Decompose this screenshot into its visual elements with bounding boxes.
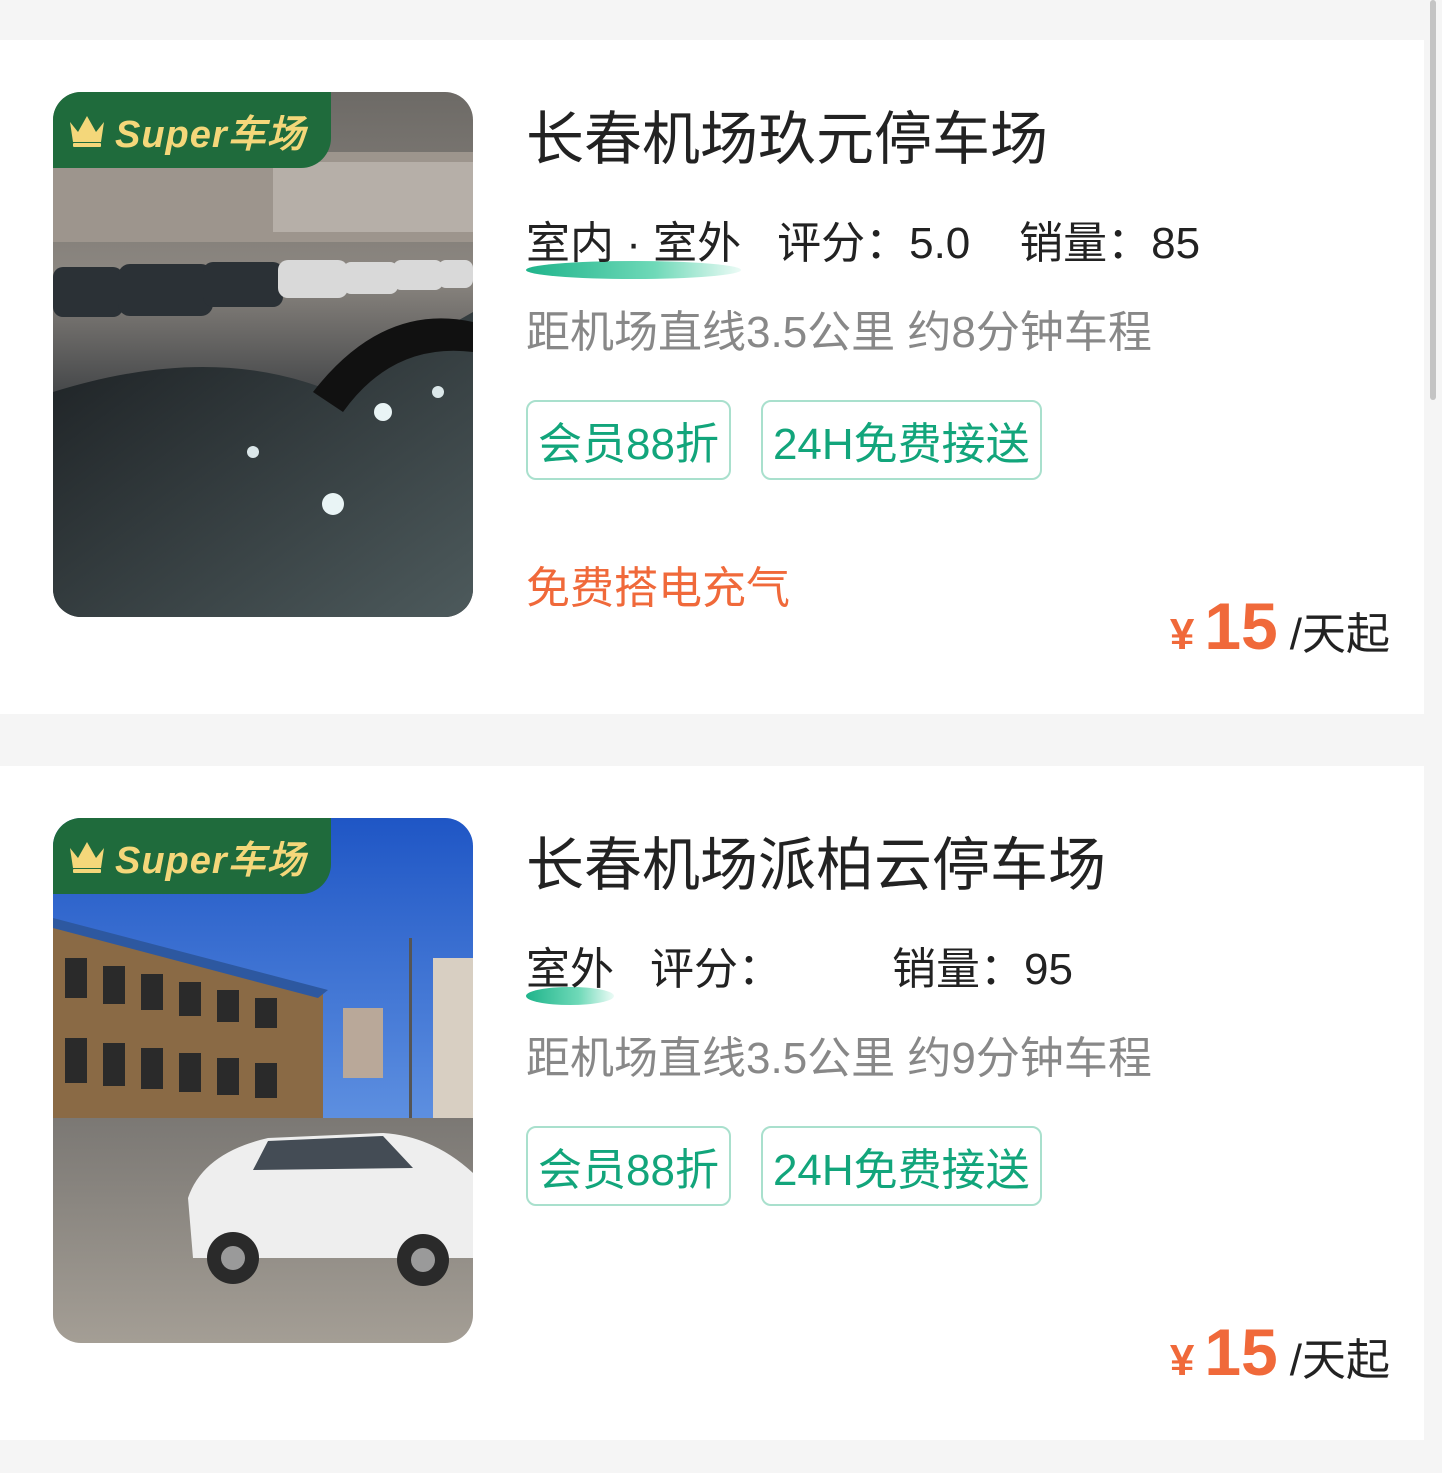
price-amount: 15 (1204, 589, 1278, 663)
price: ¥ 15 /天起 (1170, 588, 1390, 664)
sales-value: 95 (1024, 945, 1073, 994)
price: ¥ 15 /天起 (1170, 1314, 1390, 1390)
rating-value: 5.0 (909, 219, 971, 268)
distance-info: 距机场直线3.5公里 约9分钟车程 (526, 1034, 1152, 1083)
rating: 评分： (650, 945, 782, 994)
price-amount: 15 (1204, 1315, 1278, 1389)
tag-member-discount: 会员88折 (526, 400, 731, 480)
crown-icon (70, 842, 104, 873)
sales-value: 85 (1151, 219, 1201, 268)
tag-free-shuttle: 24H免费接送 (760, 400, 1042, 480)
parking-lot-photo[interactable]: Super车场 (53, 92, 473, 617)
crown-icon (70, 116, 104, 147)
sales-count: 销量：85 (1019, 219, 1201, 268)
parking-lot-name[interactable]: 长春机场玖元停车场 (526, 100, 1384, 180)
currency-symbol: ¥ (1169, 1336, 1195, 1385)
feature-tags: 会员88折 24H免费接送 (526, 400, 1384, 480)
super-lot-badge: Super车场 (53, 92, 331, 168)
listing-meta: 室内 · 室外 评分：5.0 销量：85 (526, 212, 1384, 279)
tag-free-shuttle: 24H免费接送 (760, 1126, 1042, 1206)
scrollbar[interactable] (1430, 0, 1436, 400)
parking-lot-photo[interactable]: Super车场 (53, 818, 473, 1343)
listing-info: 长春机场玖元停车场 室内 · 室外 评分：5.0 销量：85 距机场直线3.5公… (526, 100, 1384, 480)
price-unit: /天起 (1289, 1336, 1390, 1385)
sales-count: 销量：95 (892, 945, 1073, 994)
indoor-garage-image (53, 92, 473, 617)
parking-lot-card[interactable]: Super车场 长春机场玖元停车场 室内 · 室外 评分：5.0 销量：85 距… (0, 40, 1424, 714)
promo-text: 免费搭电充气 (526, 564, 790, 613)
super-lot-badge: Super车场 (53, 818, 331, 894)
listing-info: 长春机场派柏云停车场 室外 评分： 销量：95 距机场直线3.5公里 约9分钟车… (526, 826, 1384, 1206)
listing-meta: 室外 评分： 销量：95 (526, 938, 1384, 1005)
outdoor-lot-image (53, 818, 473, 1343)
parking-lot-card[interactable]: Super车场 长春机场派柏云停车场 室外 评分： 销量：95 距机场直线3.5… (0, 766, 1424, 1440)
badge-label: Super车场 (115, 113, 306, 156)
parking-type: 室内 · 室外 (526, 207, 742, 279)
rating: 评分：5.0 (777, 207, 983, 271)
parking-type: 室外 (526, 933, 614, 1005)
currency-symbol: ¥ (1169, 610, 1195, 659)
tag-member-discount: 会员88折 (526, 1126, 731, 1206)
badge-label: Super车场 (115, 839, 306, 882)
price-unit: /天起 (1289, 610, 1390, 659)
distance-info: 距机场直线3.5公里 约8分钟车程 (526, 308, 1152, 357)
feature-tags: 会员88折 24H免费接送 (526, 1126, 1384, 1206)
parking-lot-name[interactable]: 长春机场派柏云停车场 (526, 826, 1384, 906)
parking-list-page: Super车场 长春机场玖元停车场 室内 · 室外 评分：5.0 销量：85 距… (0, 0, 1442, 1473)
